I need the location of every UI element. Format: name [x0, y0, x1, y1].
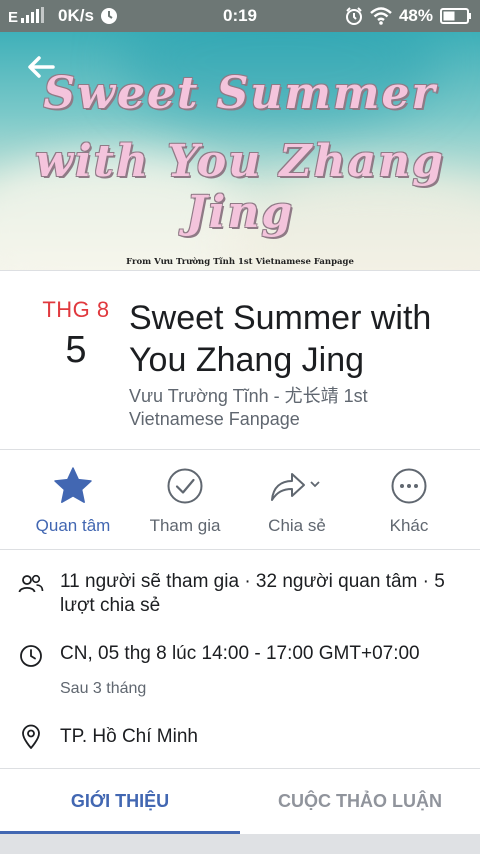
share-icon [271, 473, 320, 501]
more-icon [391, 468, 427, 504]
going-label: Tham gia [149, 516, 221, 535]
event-month: THG 8 [42, 297, 110, 322]
attendance-row[interactable]: 11 người sẽ tham gia · 32 người quan tâm… [0, 570, 480, 622]
signal-icon: E [8, 7, 52, 25]
event-title: Sweet Summer with You Zhang Jing [129, 299, 432, 379]
alarm-clock-icon [100, 7, 118, 25]
cover-title-line2: with You Zhang Jing [35, 136, 445, 238]
cover-credit: From Vưu Trường Tĩnh 1st Vietnamese Fanp… [126, 257, 354, 267]
datetime-text: CN, 05 thg 8 lúc 14:00 - 17:00 GMT+07:00 [60, 643, 420, 664]
event-header: THG 8 5 Sweet Summer with You Zhang Jing… [0, 270, 480, 450]
people-icon [18, 574, 44, 594]
location-text: TP. Hồ Chí Minh [60, 726, 198, 747]
tab-discussion[interactable]: CUỘC THẢO LUẬN [240, 769, 480, 834]
share-button[interactable]: Chia sẻ [241, 450, 353, 549]
action-bar: Quan tâm Tham gia Chia sẻ Khác [0, 450, 480, 550]
bottom-divider [0, 834, 480, 854]
clock-icon [18, 644, 44, 668]
event-date: THG 8 5 [30, 297, 122, 372]
cover-photo[interactable]: Sweet Summer with You Zhang Jing From Vư… [0, 32, 480, 270]
interested-label: Quan tâm [35, 516, 111, 535]
location-pin-icon [18, 724, 44, 750]
going-button[interactable]: Tham gia [129, 450, 241, 549]
status-bar: E 0K/s 0:19 48% [0, 0, 480, 32]
share-label: Chia sẻ [268, 516, 326, 535]
network-speed: 0K/s [58, 6, 94, 25]
battery-icon [440, 8, 472, 24]
battery-percent: 48% [398, 6, 433, 25]
more-label: Khác [389, 516, 429, 535]
relative-time-text: Sau 3 tháng [60, 680, 147, 697]
check-circle-icon [167, 468, 203, 504]
tab-about[interactable]: GIỚI THIỆU [0, 769, 240, 834]
back-arrow-icon [28, 56, 55, 78]
chevron-down-icon [310, 481, 320, 488]
event-day: 5 [65, 329, 87, 371]
alarm-icon [345, 7, 363, 25]
attendance-text: 11 người sẽ tham gia · 32 người quan tâm… [60, 571, 445, 616]
star-icon [54, 467, 92, 503]
more-button[interactable]: Khác [353, 450, 465, 549]
svg-text:E: E [8, 9, 18, 25]
interested-button[interactable]: Quan tâm [17, 450, 129, 549]
event-host-link[interactable]: Vưu Trường Tĩnh - 尤长靖 1st Vietnamese Fan… [129, 385, 459, 431]
back-button[interactable] [24, 52, 58, 82]
wifi-icon [370, 7, 392, 25]
location-row[interactable]: TP. Hồ Chí Minh [0, 724, 480, 754]
datetime-row[interactable]: CN, 05 thg 8 lúc 14:00 - 17:00 GMT+07:00… [0, 642, 480, 702]
event-tabs: GIỚI THIỆU CUỘC THẢO LUẬN [0, 768, 480, 834]
cover-title-line1: Sweet Summer [43, 68, 437, 119]
